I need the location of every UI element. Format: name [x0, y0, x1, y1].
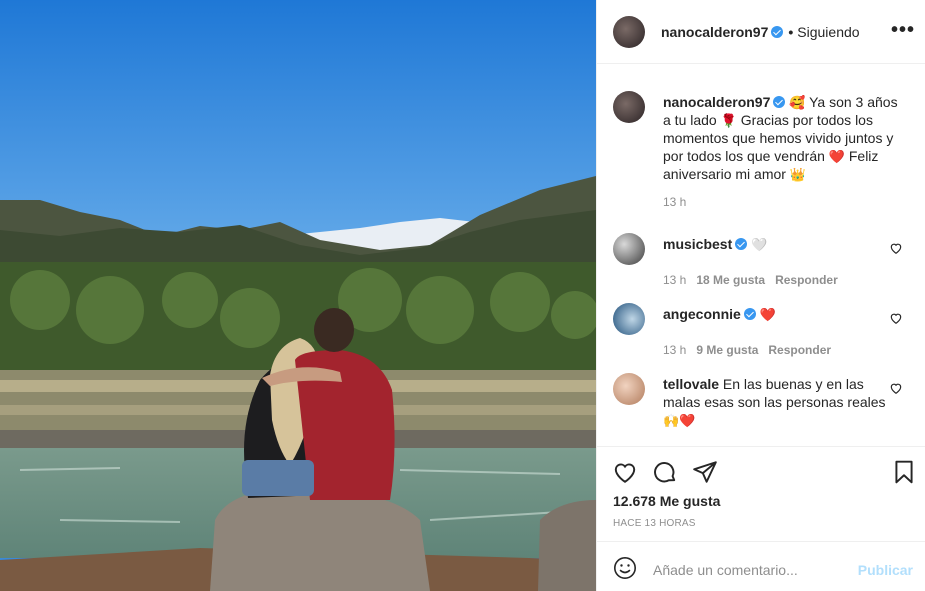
- caption-time: 13 h: [663, 195, 687, 209]
- comment-avatar[interactable]: [613, 373, 645, 405]
- likes-count[interactable]: 12.678 Me gusta: [613, 493, 720, 509]
- caption-username[interactable]: nanocalderon97: [663, 94, 770, 110]
- comments-list[interactable]: nanocalderon97 🥰 Ya son 3 años a tu lado…: [597, 64, 925, 446]
- comment-avatar[interactable]: [613, 233, 645, 265]
- post-timestamp[interactable]: HACE 13 HORAS: [613, 518, 696, 529]
- author-avatar[interactable]: [613, 16, 645, 48]
- comment-text: angeconnie ❤️: [663, 305, 889, 323]
- post-photo[interactable]: [0, 0, 596, 591]
- reply-button[interactable]: Responder: [768, 343, 831, 357]
- comment-likes[interactable]: 9 Me gusta: [696, 343, 758, 357]
- verified-badge-icon: [743, 308, 756, 320]
- caption-avatar[interactable]: [613, 91, 645, 123]
- rose-icon: 🌹: [720, 113, 737, 128]
- comment-meta: 13 h 9 Me gusta Responder: [663, 343, 831, 357]
- smiling-face-hearts-icon: 🥰: [789, 95, 806, 110]
- red-heart-icon: ❤️: [759, 307, 776, 322]
- add-comment-bar: Añade un comentario... Publicar: [597, 541, 925, 591]
- comment-time: 13 h: [663, 273, 687, 287]
- caption-text: nanocalderon97 🥰 Ya son 3 años a tu lado…: [663, 93, 905, 183]
- reply-button[interactable]: Responder: [775, 273, 838, 287]
- like-heart-icon[interactable]: [612, 459, 638, 485]
- red-heart-icon: ❤️: [828, 149, 845, 164]
- like-comment-heart-icon[interactable]: [889, 241, 903, 255]
- following-button[interactable]: Siguiendo: [797, 24, 859, 40]
- post-side-panel: nanocalderon97 • Siguiendo ••• nanocaldero…: [596, 0, 925, 591]
- verified-badge-icon: [773, 96, 786, 108]
- more-options-icon[interactable]: •••: [891, 20, 915, 40]
- comment-avatar[interactable]: [613, 303, 645, 335]
- like-comment-heart-icon[interactable]: [889, 381, 903, 395]
- author-line: nanocalderon97 • Siguiendo: [661, 24, 860, 40]
- comment-text: tellovale En las buenas y en las malas e…: [663, 375, 889, 429]
- comment-text: musicbest 🤍: [663, 235, 889, 253]
- verified-badge-icon: [735, 238, 748, 250]
- comment-meta: 13 h 18 Me gusta Responder: [663, 273, 838, 287]
- share-icon[interactable]: [692, 459, 718, 485]
- comment-likes[interactable]: 18 Me gusta: [696, 273, 765, 287]
- author-username[interactable]: nanocalderon97: [661, 24, 768, 40]
- verified-badge-icon: [771, 26, 784, 38]
- comment-time: 13 h: [663, 343, 687, 357]
- comment-username[interactable]: musicbest: [663, 236, 732, 252]
- emoji-smile-icon[interactable]: [613, 556, 637, 580]
- crown-icon: 👑: [789, 167, 807, 182]
- white-heart-icon: 🤍: [751, 237, 768, 252]
- post-header: nanocalderon97 • Siguiendo •••: [597, 0, 925, 64]
- comment-icon[interactable]: [652, 459, 678, 485]
- comment-input[interactable]: Añade un comentario...: [653, 562, 798, 578]
- post-actions: 12.678 Me gusta HACE 13 HORAS: [597, 446, 925, 541]
- like-comment-heart-icon[interactable]: [889, 311, 903, 325]
- save-bookmark-icon[interactable]: [891, 459, 917, 485]
- publish-button[interactable]: Publicar: [858, 562, 913, 578]
- comment-username[interactable]: tellovale: [663, 376, 719, 392]
- separator-dot: •: [788, 24, 794, 40]
- comment-username[interactable]: angeconnie: [663, 306, 741, 322]
- raising-hands-heart-icon: 🙌❤️: [663, 413, 696, 428]
